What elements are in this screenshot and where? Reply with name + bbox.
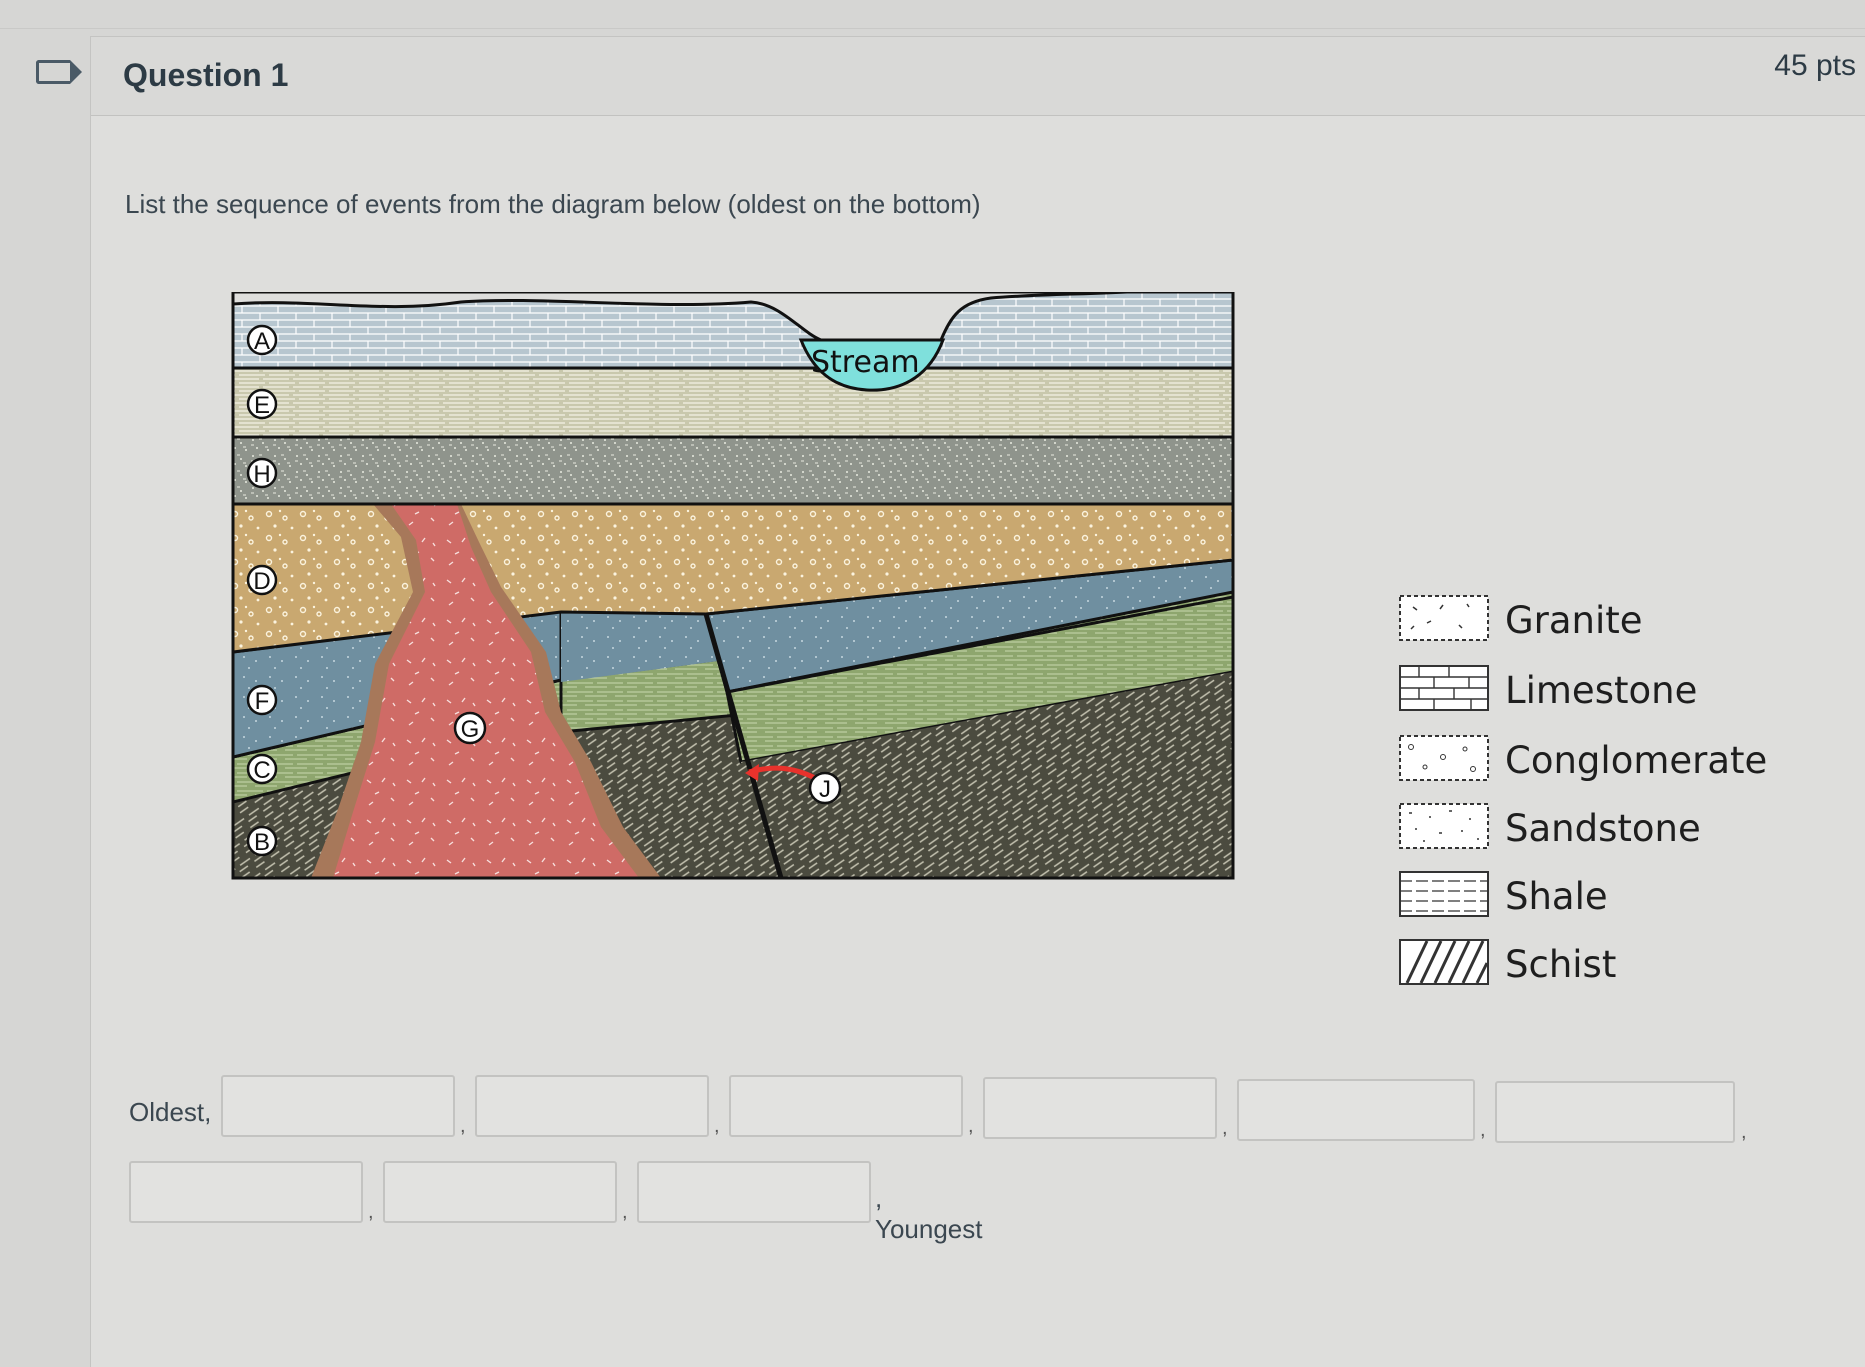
separator: , [1741, 1121, 1747, 1143]
question-points: 45 pts [1774, 49, 1856, 82]
label-D: D [246, 564, 278, 596]
limestone-swatch-icon [1399, 665, 1489, 711]
legend-schist: Schist [1399, 939, 1819, 987]
oldest-label: Oldest, [129, 1097, 212, 1127]
answer-field-9[interactable] [637, 1161, 871, 1223]
separator: , [622, 1201, 628, 1223]
stream-label: Stream [811, 345, 920, 380]
svg-text:H: H [253, 461, 270, 488]
legend-label: Sandstone [1505, 807, 1701, 850]
legend-granite: Granite [1399, 595, 1819, 643]
conglomerate-swatch-icon [1399, 735, 1489, 781]
question-title: Question 1 [123, 57, 289, 93]
svg-text:B: B [254, 829, 270, 856]
cross-section-diagram: Stream A E H D F C B G J [231, 292, 1235, 880]
legend-label: Schist [1505, 943, 1617, 986]
separator: , [968, 1115, 974, 1137]
question-prompt: List the sequence of events from the dia… [125, 189, 981, 219]
label-H: H [246, 457, 278, 489]
legend-label: Shale [1505, 875, 1608, 918]
separator: , [1222, 1117, 1228, 1139]
answer-field-5[interactable] [1237, 1079, 1475, 1141]
svg-text:J: J [819, 776, 831, 803]
label-C: C [246, 753, 278, 785]
answer-field-1[interactable] [221, 1075, 455, 1137]
svg-text:E: E [254, 392, 270, 419]
answer-field-2[interactable] [475, 1075, 709, 1137]
legend-conglomerate: Conglomerate [1399, 735, 1819, 783]
legend-limestone: Limestone [1399, 665, 1819, 713]
separator: , [368, 1201, 374, 1223]
answer-field-7[interactable] [129, 1161, 363, 1223]
legend-shale: Shale [1399, 871, 1819, 919]
label-B: B [246, 825, 278, 857]
svg-text:F: F [255, 688, 270, 715]
svg-text:G: G [461, 716, 480, 743]
legend-label: Limestone [1505, 669, 1698, 712]
svg-text:A: A [254, 328, 270, 355]
label-F: F [246, 684, 278, 716]
answer-field-6[interactable] [1495, 1081, 1735, 1143]
answer-field-8[interactable] [383, 1161, 617, 1223]
label-G: G [453, 711, 487, 745]
legend-label: Conglomerate [1505, 739, 1768, 782]
question-header: Question 1 45 pts [91, 37, 1865, 116]
sandstone-swatch-icon [1399, 803, 1489, 849]
schist-swatch-icon [1399, 939, 1489, 985]
top-divider [0, 28, 1865, 29]
legend-label: Granite [1505, 599, 1643, 642]
answer-field-3[interactable] [729, 1075, 963, 1137]
label-E: E [246, 388, 278, 420]
answer-field-4[interactable] [983, 1077, 1217, 1139]
svg-text:C: C [253, 757, 270, 784]
label-A: A [246, 324, 278, 356]
label-J: J [808, 771, 842, 805]
youngest-label: , Youngest [875, 1183, 983, 1244]
bookmark-flag-icon[interactable] [36, 60, 82, 84]
separator: , [714, 1115, 720, 1137]
legend-sandstone: Sandstone [1399, 803, 1819, 851]
separator: , [1480, 1119, 1486, 1141]
svg-text:D: D [253, 568, 270, 595]
shale-swatch-icon [1399, 871, 1489, 917]
question-card: Question 1 45 pts List the sequence of e… [90, 36, 1865, 1367]
separator: , [460, 1115, 466, 1137]
granite-swatch-icon [1399, 595, 1489, 641]
